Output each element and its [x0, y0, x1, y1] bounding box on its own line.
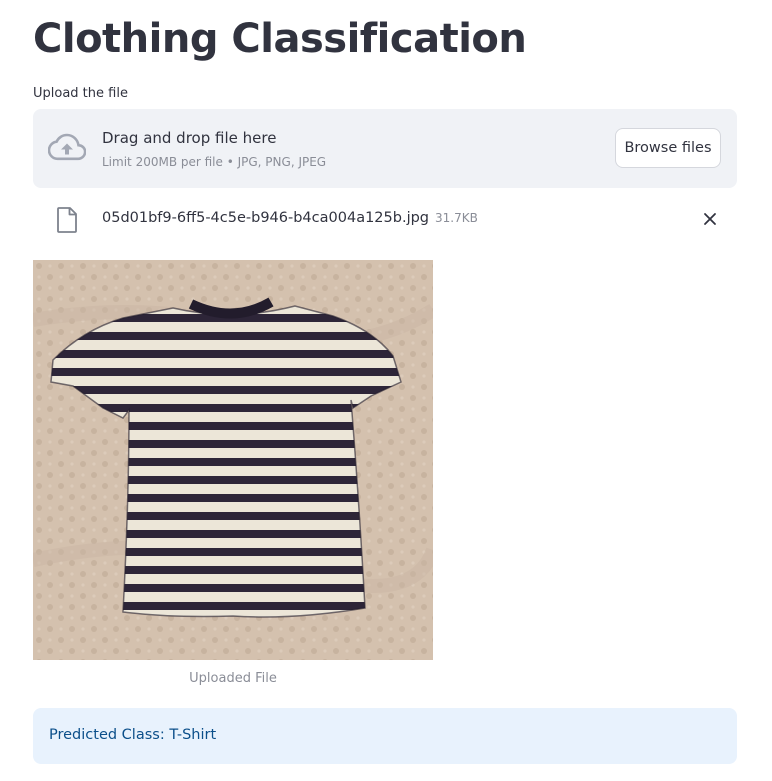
file-dropzone[interactable]: Drag and drop file here Limit 200MB per … [33, 109, 737, 188]
uploaded-file-row: 05d01bf9-6ff5-4c5e-b946-b4ca004a125b.jpg… [33, 203, 737, 237]
close-icon[interactable] [701, 210, 719, 228]
prediction-text: Predicted Class: T-Shirt [49, 727, 217, 743]
image-caption: Uploaded File [189, 671, 277, 686]
cloud-upload-icon [48, 133, 86, 161]
page-title: Clothing Classification [33, 16, 527, 62]
dropzone-limit: Limit 200MB per file • JPG, PNG, JPEG [102, 155, 327, 169]
prediction-alert: Predicted Class: T-Shirt [33, 708, 737, 764]
dropzone-instruction: Drag and drop file here [102, 129, 277, 147]
tshirt-photo [33, 260, 433, 660]
browse-files-button[interactable]: Browse files [615, 128, 721, 168]
file-name-group: 05d01bf9-6ff5-4c5e-b946-b4ca004a125b.jpg… [102, 210, 478, 226]
file-size: 31.7KB [435, 211, 478, 225]
uploader-label: Upload the file [33, 86, 128, 101]
file-name: 05d01bf9-6ff5-4c5e-b946-b4ca004a125b.jpg [102, 210, 430, 226]
file-icon [57, 207, 77, 233]
uploaded-image [33, 260, 433, 660]
